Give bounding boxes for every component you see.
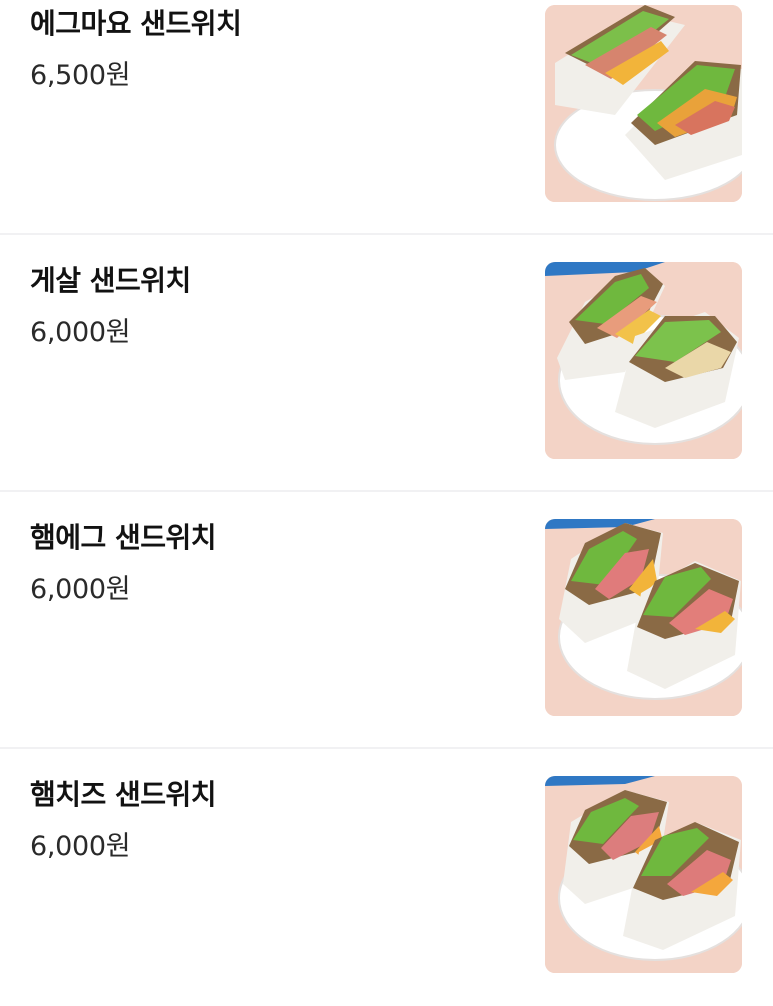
menu-item-price: 6,000원	[30, 317, 131, 348]
menu-item-egg-mayo[interactable]: 에그마요 샌드위치 6,500원	[0, 0, 773, 235]
sandwich-photo	[545, 776, 742, 973]
menu-item-price: 6,500원	[30, 60, 131, 91]
menu-item-name: 햄치즈 샌드위치	[30, 778, 217, 811]
menu-item-price: 6,000원	[30, 831, 131, 862]
menu-item-name: 에그마요 샌드위치	[30, 7, 242, 40]
menu-item-ham-egg[interactable]: 햄에그 샌드위치 6,000원	[0, 492, 773, 749]
menu-list: 에그마요 샌드위치 6,500원 게살 샌드위치 6,000원 햄에그 샌드위치…	[0, 0, 773, 992]
menu-item-ham-cheese[interactable]: 햄치즈 샌드위치 6,000원	[0, 749, 773, 1006]
menu-item-name: 햄에그 샌드위치	[30, 521, 217, 554]
menu-item-price: 6,000원	[30, 574, 131, 605]
menu-item-name: 게살 샌드위치	[30, 264, 191, 297]
menu-item-crab[interactable]: 게살 샌드위치 6,000원	[0, 235, 773, 492]
sandwich-photo	[545, 519, 742, 716]
sandwich-photo	[545, 5, 742, 202]
sandwich-photo	[545, 262, 742, 459]
